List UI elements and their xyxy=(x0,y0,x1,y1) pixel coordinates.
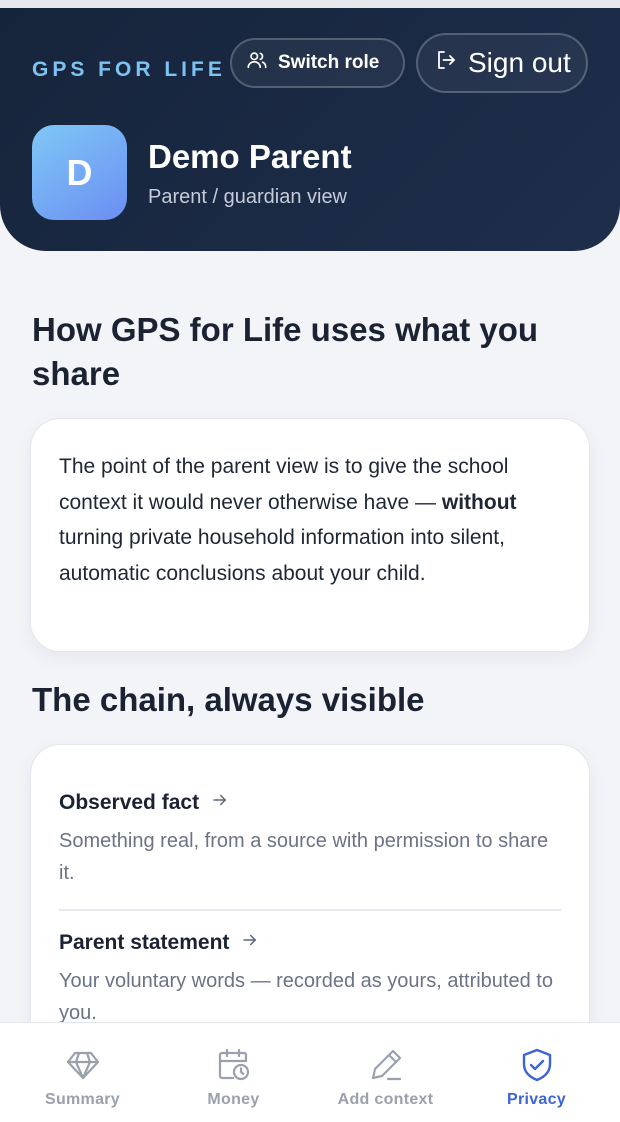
tab-label: Privacy xyxy=(506,1091,567,1108)
avatar: D xyxy=(32,125,127,220)
chain-item-observed-fact[interactable]: Observed fact Something real, from a sou… xyxy=(59,745,561,889)
user-name: Demo Parent xyxy=(148,138,352,175)
chain-item-title-text: Parent statement xyxy=(59,931,230,954)
switch-role-label: Switch role xyxy=(278,52,380,73)
chain-item-description: Your voluntary words — recorded as yours… xyxy=(59,970,553,1024)
bottom-tab-bar: Summary Money Add context Privacy xyxy=(0,1022,620,1122)
arrow-right-icon xyxy=(211,791,229,815)
intro-card: The point of the parent view is to give … xyxy=(30,418,590,652)
chain-item-description: Something real, from a source with permi… xyxy=(59,830,549,884)
tab-summary[interactable]: Summary xyxy=(5,1023,160,1122)
sign-out-button[interactable]: Sign out xyxy=(416,33,588,93)
shield-check-icon xyxy=(519,1045,555,1085)
chain-item-parent-statement[interactable]: Parent statement Your voluntary words — … xyxy=(59,909,561,1029)
profile-header: GPS FOR LIFE Switch role Sign out D Demo… xyxy=(0,8,620,251)
status-strip xyxy=(0,0,620,8)
user-role: Parent / guardian view xyxy=(148,186,348,208)
page-title: How GPS for Life uses what you share xyxy=(32,311,539,392)
diamond-icon xyxy=(65,1045,101,1085)
sign-out-label: Sign out xyxy=(468,47,571,78)
tab-money[interactable]: Money xyxy=(156,1023,311,1122)
intro-text-after: turning private household information in… xyxy=(59,526,505,585)
intro-paragraph: The point of the parent view is to give … xyxy=(59,449,561,591)
users-icon xyxy=(246,49,268,77)
switch-role-button[interactable]: Switch role xyxy=(230,38,405,88)
sign-out-icon xyxy=(434,47,458,79)
chain-item-title: Parent statement xyxy=(59,931,561,955)
tab-label: Add context xyxy=(337,1091,434,1108)
avatar-initial: D xyxy=(66,151,93,193)
brand-title: GPS FOR LIFE xyxy=(32,58,226,81)
tab-privacy[interactable]: Privacy xyxy=(459,1023,614,1122)
chain-item-title-text: Observed fact xyxy=(59,791,200,814)
arrow-right-icon xyxy=(241,931,259,955)
intro-text-bold: without xyxy=(441,490,517,514)
chain-item-title: Observed fact xyxy=(59,791,561,815)
chain-section-title: The chain, always visible xyxy=(32,681,425,718)
tab-label: Summary xyxy=(44,1091,121,1108)
tab-label: Money xyxy=(207,1091,260,1108)
calendar-clock-icon xyxy=(216,1045,252,1085)
pencil-icon xyxy=(368,1045,404,1085)
tab-add-context[interactable]: Add context xyxy=(308,1023,463,1122)
